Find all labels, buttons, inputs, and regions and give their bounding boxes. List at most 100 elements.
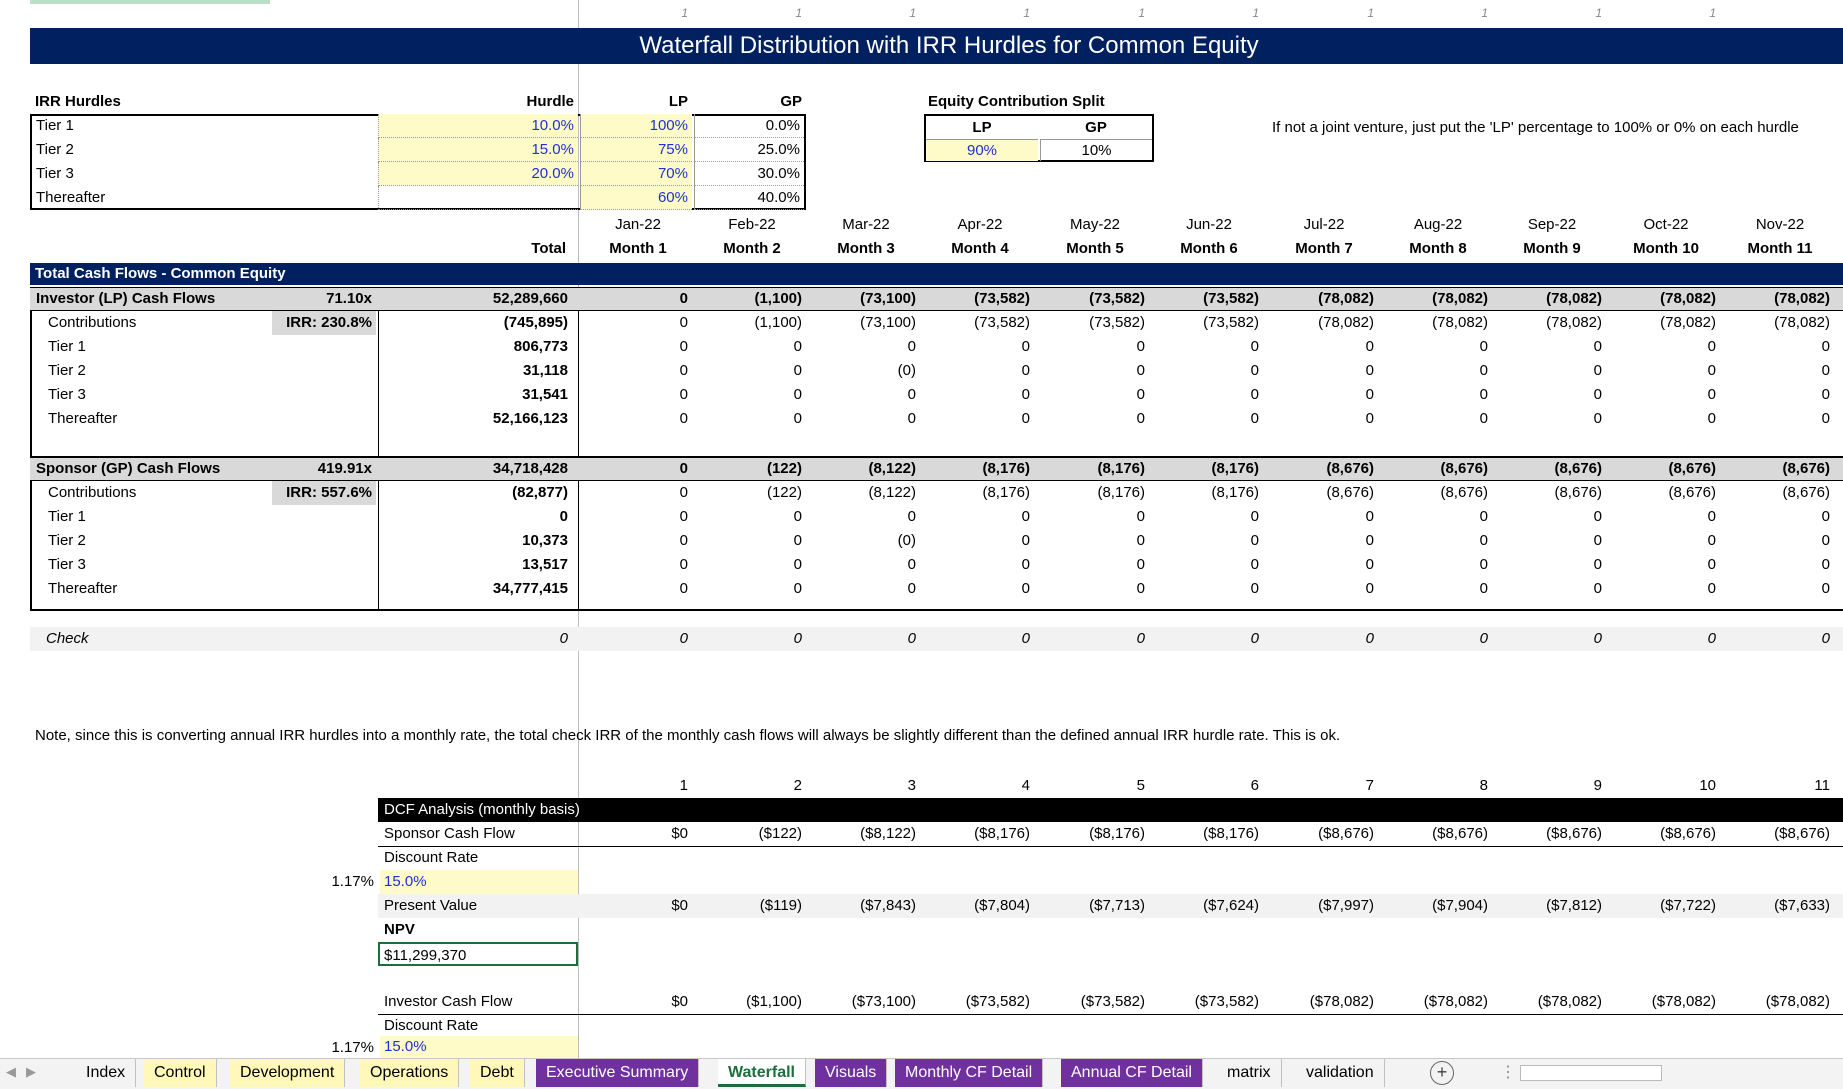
period-number: 9: [1593, 777, 1602, 794]
sheet-tab[interactable]: Control: [144, 1059, 217, 1087]
hurdle-tier-label: Tier 2: [36, 141, 74, 158]
hurdle-rate-input[interactable]: 15.0%: [378, 138, 578, 162]
monthly-rate-2: 1.17%: [331, 1039, 374, 1056]
sponsor-cf-value: ($8,176): [974, 825, 1030, 842]
gp-header-value: (8,676): [1782, 460, 1830, 477]
month-date-header: Jan-22: [615, 216, 661, 233]
lp-row-value: 0: [1821, 410, 1830, 427]
month-date-header: May-22: [1069, 216, 1121, 233]
gp-row-value: (8,122): [868, 484, 916, 501]
lp-row-value: 0: [1707, 362, 1716, 379]
month-date-header: Mar-22: [842, 216, 890, 233]
lp-row-value: 0: [793, 410, 802, 427]
lp-row-value: 0: [1021, 338, 1030, 355]
month-number-header: Month 8: [1409, 240, 1467, 257]
npv-value[interactable]: $11,299,370: [378, 942, 578, 966]
split-lp-input[interactable]: 90%: [926, 139, 1038, 161]
check-value: 0: [793, 630, 802, 647]
pv-value: ($7,713): [1089, 897, 1145, 914]
discount-rate-input-2[interactable]: 15.0%: [380, 1036, 578, 1058]
lp-row-value: 0: [1136, 362, 1145, 379]
lp-row-value: 0: [1707, 338, 1716, 355]
lp-row-value: 0: [679, 410, 688, 427]
period-number: 8: [1479, 777, 1488, 794]
month-number-header: Month 7: [1295, 240, 1353, 257]
lp-row-total: 31,541: [522, 386, 568, 403]
discount-rate-label: Discount Rate: [384, 849, 479, 866]
lp-header-value: (73,100): [860, 290, 916, 307]
gp-row-value: 0: [1250, 556, 1259, 573]
gp-row-value: 0: [1136, 580, 1145, 597]
column-marker: 1: [1023, 6, 1030, 20]
gp-row-value: 0: [1136, 532, 1145, 549]
gp-divider: [378, 481, 379, 611]
gp-row-value: 0: [793, 508, 802, 525]
sponsor-cf-value: ($122): [758, 825, 802, 842]
sheet-tab[interactable]: Monthly CF Detail: [895, 1059, 1044, 1087]
sponsor-cf-value: ($8,676): [1432, 825, 1488, 842]
hurdle-rate-input[interactable]: [378, 186, 578, 210]
hurdles-header-hurdle: Hurdle: [526, 93, 574, 110]
month-number-header: Month 9: [1523, 240, 1581, 257]
sheet-tab[interactable]: Development: [230, 1059, 346, 1087]
gp-header-value: (8,676): [1554, 460, 1602, 477]
lp-header-value: (78,082): [1318, 290, 1374, 307]
investor-cf-label: Investor Cash Flow: [384, 993, 513, 1010]
sheet-tab[interactable]: Executive Summary: [536, 1059, 700, 1087]
more-options-icon[interactable]: ⋮: [1500, 1062, 1516, 1082]
sheet-tab[interactable]: validation: [1296, 1059, 1385, 1087]
sheet-tab[interactable]: Visuals: [815, 1059, 888, 1087]
month-number-header: Month 11: [1747, 240, 1813, 257]
sheet-tab[interactable]: Waterfall: [718, 1059, 806, 1087]
lp-row-value: (73,100): [860, 314, 916, 331]
hurdle-rate-input[interactable]: 20.0%: [378, 162, 578, 186]
check-value: 0: [1250, 630, 1259, 647]
sheet-tab[interactable]: Annual CF Detail: [1061, 1059, 1203, 1087]
lp-row-value: 0: [793, 362, 802, 379]
gp-row-label: Tier 2: [48, 532, 86, 549]
month-number-header: Month 4: [951, 240, 1009, 257]
column-marker: 1: [795, 6, 802, 20]
check-value: 0: [1707, 630, 1716, 647]
lp-row-value: 0: [1365, 338, 1374, 355]
hurdle-gp-value: 30.0%: [694, 162, 804, 186]
scroll-left-icon[interactable]: ◀: [6, 1064, 16, 1080]
hurdle-lp-input[interactable]: 70%: [580, 162, 692, 186]
period-number: 7: [1365, 777, 1374, 794]
selection-indicator: [30, 0, 270, 4]
lp-header-value: (78,082): [1660, 290, 1716, 307]
gp-row-value: 0: [1136, 556, 1145, 573]
hurdle-lp-input[interactable]: 100%: [580, 114, 692, 138]
sheet-tab[interactable]: matrix: [1217, 1059, 1282, 1087]
add-sheet-icon[interactable]: +: [1430, 1061, 1454, 1085]
investor-cf-value: ($78,082): [1309, 993, 1374, 1010]
monthly-rate: 1.17%: [331, 873, 374, 890]
period-number: 1: [679, 777, 688, 794]
horizontal-scrollbar[interactable]: [1520, 1065, 1662, 1081]
lp-row-value: (73,582): [1089, 314, 1145, 331]
hurdle-tier-label: Thereafter: [36, 189, 106, 206]
pv-value: ($7,722): [1660, 897, 1716, 914]
total-header: Total: [531, 240, 566, 257]
check-value: 0: [1479, 630, 1488, 647]
lp-row-value: 0: [907, 338, 916, 355]
hurdle-lp-input[interactable]: 75%: [580, 138, 692, 162]
lp-divider: [378, 311, 379, 465]
sheet-tab[interactable]: Index: [76, 1059, 137, 1087]
lp-row-value: (73,582): [974, 314, 1030, 331]
lp-row-value: 0: [1821, 386, 1830, 403]
scroll-right-icon[interactable]: ▶: [26, 1064, 36, 1080]
discount-rate-input[interactable]: 15.0%: [380, 870, 578, 894]
gp-header-value: (8,122): [868, 460, 916, 477]
column-marker: 1: [681, 6, 688, 20]
sheet-tab[interactable]: Operations: [360, 1059, 460, 1087]
lp-row-value: 0: [1479, 386, 1488, 403]
column-marker: 1: [1595, 6, 1602, 20]
sheet-tab[interactable]: Debt: [470, 1059, 525, 1087]
lp-header-value: (78,082): [1432, 290, 1488, 307]
gp-header-value: (122): [766, 460, 802, 477]
hurdle-lp-input[interactable]: 60%: [580, 186, 692, 210]
lp-row-value: 0: [1593, 362, 1602, 379]
gp-header-value: (8,176): [982, 460, 1030, 477]
hurdle-rate-input[interactable]: 10.0%: [378, 114, 578, 138]
